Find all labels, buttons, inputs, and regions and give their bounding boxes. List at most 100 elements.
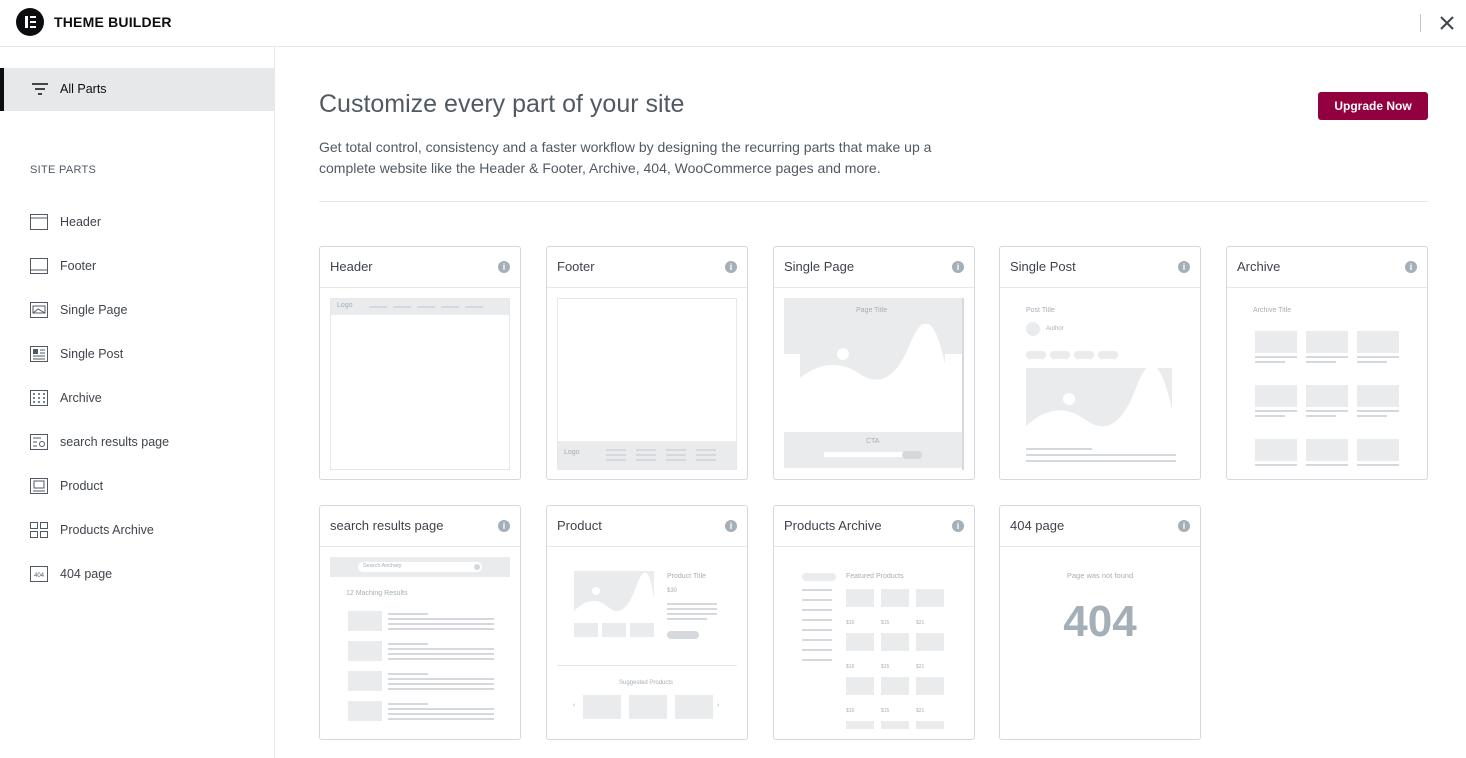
image-placeholder-icon — [800, 324, 945, 390]
preview-logo: Logo — [337, 302, 353, 309]
preview-archive-title: Archive Title — [1253, 307, 1292, 314]
product-preview: Product Title $30 Suggested Products ‹ › — [557, 557, 737, 729]
divider — [319, 201, 1428, 202]
card-single-post[interactable]: Single Post i Post Title Author — [999, 246, 1201, 480]
filter-icon — [32, 83, 48, 95]
sidebar-item-label: search results page — [60, 435, 170, 449]
sidebar-item-footer[interactable]: Footer — [30, 257, 260, 277]
preview-product-title: Product Title — [667, 573, 706, 580]
sidebar-item-all-parts[interactable]: All Parts — [0, 68, 274, 111]
card-title: search results page — [330, 518, 444, 533]
preview-price: $21 — [916, 664, 925, 670]
single-post-icon — [30, 346, 48, 362]
sidebar-item-header[interactable]: Header — [30, 213, 260, 233]
preview-search-placeholder: Search Anchaty — [363, 563, 402, 569]
preview-suggested-products: Suggested Products — [619, 680, 674, 686]
preview-price: $16 — [846, 708, 855, 714]
card-single-page[interactable]: Single Page i Page Title CTA — [773, 246, 975, 480]
single-page-icon — [30, 302, 48, 318]
chevron-right-icon: › — [717, 702, 720, 709]
product-icon — [30, 478, 48, 494]
info-icon[interactable]: i — [725, 261, 737, 273]
app-title: THEME BUILDER — [54, 14, 172, 30]
preview-logo: Logo — [564, 449, 580, 456]
preview-price: $21 — [916, 708, 925, 714]
chevron-left-icon: ‹ — [573, 702, 576, 709]
info-icon[interactable]: i — [725, 520, 737, 532]
sidebar-item-label: Header — [60, 215, 101, 229]
card-product[interactable]: Product i Product Title $30 Suggested Pro… — [546, 505, 748, 740]
sidebar-item-products-archive[interactable]: Products Archive — [30, 521, 260, 541]
sidebar-item-single-post[interactable]: Single Post — [30, 345, 260, 365]
card-header[interactable]: Header i Logo — [319, 246, 521, 480]
footer-icon — [30, 258, 48, 274]
preview-price: $15 — [881, 664, 890, 670]
card-title: Single Page — [784, 259, 855, 274]
sidebar: All Parts SITE PARTS Header Footer Singl… — [0, 47, 275, 758]
preview-404-code: 404 — [1063, 597, 1137, 646]
svg-text:404: 404 — [34, 573, 45, 579]
image-placeholder-icon — [1026, 368, 1172, 434]
divider — [1420, 14, 1421, 32]
sidebar-item-single-page[interactable]: Single Page — [30, 301, 260, 321]
page-title: Customize every part of your site — [319, 90, 685, 118]
preview-price: $16 — [846, 664, 855, 670]
info-icon[interactable]: i — [498, 261, 510, 273]
info-icon[interactable]: i — [498, 520, 510, 532]
card-archive[interactable]: Archive i Archive Title — [1226, 246, 1428, 480]
page-description: Get total control, consistency and a fas… — [319, 139, 932, 176]
card-title: 404 page — [1010, 518, 1065, 533]
preview-price: $15 — [881, 620, 890, 626]
info-icon[interactable]: i — [952, 520, 964, 532]
preview-page-title: Page Title — [856, 307, 888, 314]
card-title: Header — [330, 259, 373, 274]
sidebar-item-archive[interactable]: Archive — [30, 389, 260, 409]
sidebar-item-label: Archive — [60, 391, 102, 405]
card-title: Product — [557, 518, 602, 533]
card-404-page[interactable]: 404 page i Page was not found 404 — [999, 505, 1201, 740]
sidebar-item-search-results-page[interactable]: search results page — [30, 433, 260, 453]
card-title: Products Archive — [784, 518, 882, 533]
sidebar-item-label: Footer — [60, 259, 97, 273]
card-title: Archive — [1237, 259, 1281, 274]
preview-author: Author — [1046, 326, 1064, 332]
info-icon[interactable]: i — [952, 261, 964, 273]
404-page-icon: 404 — [30, 566, 48, 582]
preview-price: $15 — [881, 708, 890, 714]
info-icon[interactable]: i — [1178, 261, 1190, 273]
preview-featured-products: Featured Products — [846, 573, 904, 580]
single-post-preview: Post Title Author — [1010, 298, 1190, 470]
search-results-icon — [30, 434, 48, 450]
preview-price: $16 — [846, 620, 855, 626]
products-archive-preview: Featured Products $16 $15 $21 $16 $15 $21 $1… — [784, 557, 964, 729]
sidebar-item-label: Single Page — [60, 303, 128, 317]
info-icon[interactable]: i — [1405, 261, 1417, 273]
elementor-logo-icon — [16, 8, 44, 36]
products-archive-icon — [30, 522, 48, 538]
info-icon[interactable]: i — [1178, 520, 1190, 532]
close-icon[interactable] — [1437, 13, 1457, 33]
sidebar-item-label: Products Archive — [60, 523, 154, 537]
search-results-preview: Search Anchaty 12 Maching Results — [330, 557, 510, 729]
top-bar: THEME BUILDER — [0, 0, 1466, 47]
main-content: Customize every part of your site Get to… — [275, 47, 1466, 758]
preview-cta: CTA — [866, 438, 880, 445]
card-footer[interactable]: Footer i Logo — [546, 246, 748, 480]
sidebar-item-product[interactable]: Product — [30, 477, 260, 497]
sidebar-item-label: Single Post — [60, 347, 124, 361]
sidebar-item-label: Product — [60, 479, 104, 493]
sidebar-item-404-page[interactable]: 404 404 page — [30, 565, 260, 585]
404-preview: Page was not found 404 — [1010, 557, 1190, 729]
header-preview: Logo — [330, 298, 510, 470]
single-page-preview: Page Title CTA — [784, 298, 964, 470]
archive-preview: Archive Title — [1237, 298, 1417, 470]
sidebar-item-label: All Parts — [60, 82, 107, 96]
upgrade-now-button[interactable]: Upgrade Now — [1318, 92, 1428, 120]
preview-product-price: $30 — [667, 588, 678, 594]
card-title: Single Post — [1010, 259, 1076, 274]
header-icon — [30, 214, 48, 230]
preview-results-count: 12 Maching Results — [346, 590, 408, 597]
card-search-results-page[interactable]: search results page i Search Anchaty 12 M… — [319, 505, 521, 740]
preview-post-title: Post Title — [1026, 307, 1055, 314]
card-products-archive[interactable]: Products Archive i Featured Products $16 $… — [773, 505, 975, 740]
